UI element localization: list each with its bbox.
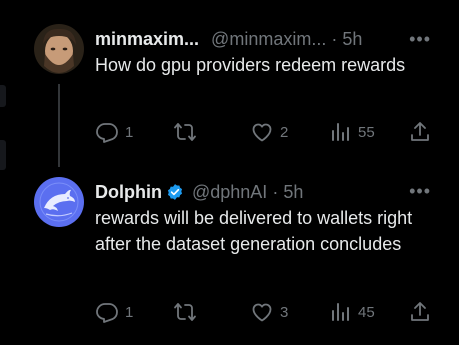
like-icon [252,123,272,142]
views-button[interactable]: 45 [328,300,375,324]
repost-icon [174,303,196,321]
views-button[interactable]: 55 [328,120,375,144]
reply-button[interactable]: 1 [95,120,133,144]
like-count: 2 [280,123,289,141]
share-icon [411,122,429,141]
more-options-button[interactable]: ••• [409,182,431,200]
share-button[interactable] [408,300,432,324]
background-edge-mark [0,85,6,107]
repost-icon [174,123,196,141]
thread-connector-line [58,84,60,167]
like-icon [252,303,272,322]
tweet-time[interactable]: 5h [342,28,362,50]
views-count: 55 [358,123,375,141]
author-handle[interactable]: @dphnAI [192,181,267,203]
tweet-text: How do gpu providers redeem rewards [95,55,406,75]
more-options-button[interactable]: ••• [409,30,431,48]
views-icon [332,303,349,321]
reply-count: 1 [125,303,134,321]
reply-button[interactable]: 1 [95,300,133,324]
separator-dot: · [272,182,279,202]
author-display-name[interactable]: Dolphin [95,181,162,203]
like-count: 3 [280,303,289,321]
tweet-header: minmaxim... @minmaxim... · 5h [95,28,362,50]
dolphin-logo-icon [34,177,84,227]
repost-button[interactable] [173,300,203,324]
share-button[interactable] [408,120,432,144]
tweet-actions: 1 2 55 [95,120,440,144]
tweet-header: Dolphin @dphnAI · 5h [95,180,303,203]
like-button[interactable]: 3 [250,300,288,324]
views-count: 45 [358,303,375,321]
more-horizontal-icon: ••• [409,29,431,49]
author-handle[interactable]: @minmaxim... [211,28,326,50]
avatar-minmaxim[interactable] [34,24,84,74]
more-horizontal-icon: ••• [409,181,431,201]
reply-icon [96,303,118,323]
reply-count: 1 [125,123,134,141]
share-icon [411,302,429,321]
separator-dot: · [331,29,338,49]
tweet-text: rewards will be delivered to wallets rig… [95,208,413,254]
views-icon [332,123,349,141]
verified-badge-icon [166,183,184,201]
repost-button[interactable] [173,120,203,144]
tweet-actions: 1 3 45 [95,300,440,324]
reply-icon [96,123,118,143]
author-display-name[interactable]: minmaxim... [95,28,199,50]
tweet-thread: minmaxim... @minmaxim... · 5h ••• How do… [0,0,459,345]
like-button[interactable]: 2 [250,120,288,144]
background-edge-mark [0,140,6,170]
tweet-time[interactable]: 5h [283,181,303,203]
person-avatar-image [34,24,84,74]
avatar-dolphin[interactable] [34,177,84,227]
